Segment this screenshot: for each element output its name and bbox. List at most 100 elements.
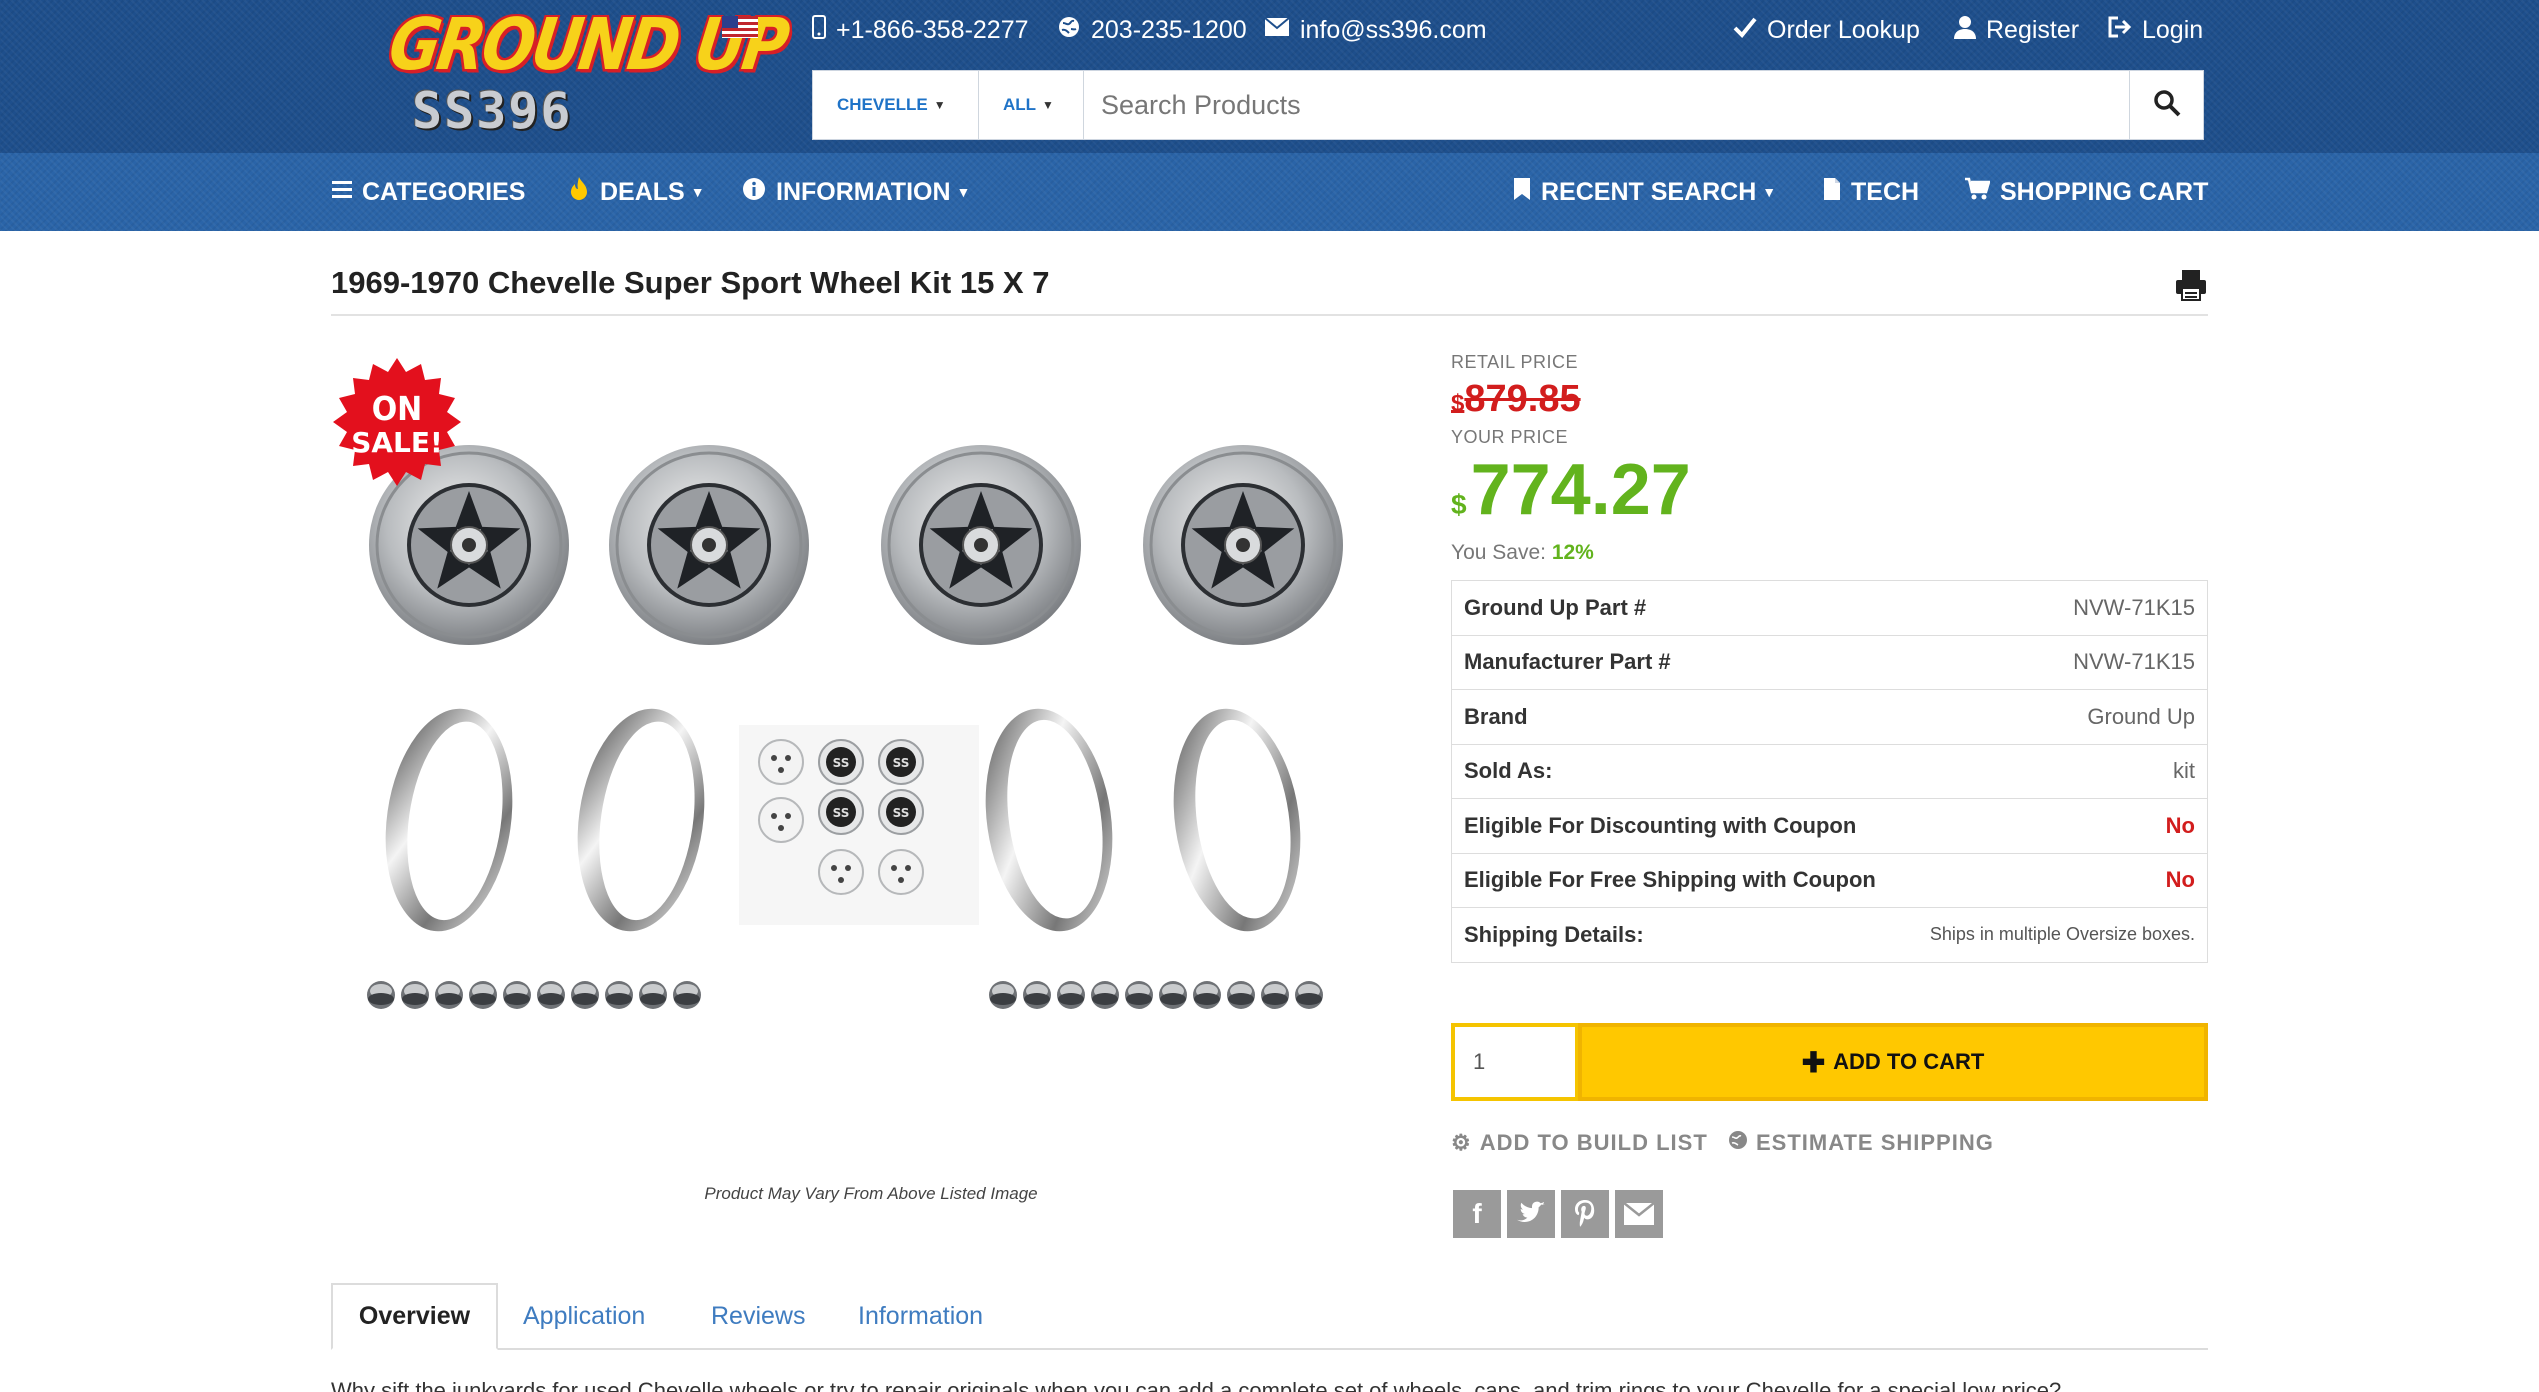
email-icon[interactable] bbox=[1615, 1190, 1663, 1238]
us-flag-icon[interactable] bbox=[722, 16, 758, 38]
nav-shopping-cart[interactable]: SHOPPING CART bbox=[1964, 153, 2208, 231]
make-dropdown[interactable]: CHEVELLE ▼ bbox=[837, 71, 946, 139]
login-link[interactable]: Login bbox=[2106, 12, 2203, 48]
login-label: Login bbox=[2142, 15, 2204, 44]
you-save-label: You Save: bbox=[1451, 541, 1546, 564]
twitter-icon[interactable] bbox=[1507, 1190, 1555, 1238]
nav-categories[interactable]: CATEGORIES bbox=[332, 153, 525, 231]
spec-value: No bbox=[1905, 852, 2208, 908]
nav-categories-label: CATEGORIES bbox=[362, 177, 526, 206]
spec-table: Ground Up Part # NVW-71K15 Manufacturer P… bbox=[1451, 580, 2208, 963]
email-link[interactable]: info@ss396.com bbox=[1264, 12, 1487, 48]
email-address: info@ss396.com bbox=[1300, 15, 1487, 44]
add-to-build-list-label: ADD TO BUILD LIST bbox=[1479, 1130, 1708, 1155]
logo-bottom-text: SS396 bbox=[412, 82, 573, 140]
product-image[interactable]: SS bbox=[331, 350, 1411, 1170]
phone-number-2: 203-235-1200 bbox=[1091, 15, 1247, 44]
sign-in-icon bbox=[2106, 15, 2132, 45]
nav-recent-search[interactable]: RECENT SEARCH ▼ bbox=[1513, 153, 1776, 231]
globe-icon bbox=[1728, 1130, 1748, 1156]
phone-number-1: +1-866-358-2277 bbox=[836, 15, 1029, 44]
phone-link-2[interactable]: 203-235-1200 bbox=[1057, 12, 1247, 48]
menu-bars-icon bbox=[332, 178, 352, 206]
facebook-icon[interactable]: f bbox=[1453, 1190, 1501, 1238]
quantity-input[interactable] bbox=[1451, 1023, 1579, 1101]
search-input[interactable] bbox=[1083, 71, 2133, 139]
currency-symbol: $ bbox=[1451, 390, 1465, 417]
spec-value: No bbox=[1905, 798, 2208, 853]
site-logo[interactable]: GROUND UP SS396 bbox=[384, 2, 791, 140]
wheel bbox=[607, 443, 811, 647]
nav-recent-search-label: RECENT SEARCH bbox=[1541, 177, 1757, 206]
search-icon bbox=[2153, 89, 2181, 121]
spec-key: Shipping Details: bbox=[1451, 907, 1906, 962]
globe-icon bbox=[1057, 15, 1081, 45]
search-bar: CHEVELLE ▼ ALL ▼ bbox=[812, 70, 2204, 140]
table-row: Shipping Details: Ships in multiple Overs… bbox=[1451, 907, 2208, 962]
chevron-down-icon: ▼ bbox=[690, 184, 705, 200]
trim-ring bbox=[372, 700, 526, 940]
lug-nuts-left bbox=[367, 981, 701, 1009]
spec-key: Brand bbox=[1451, 689, 1906, 744]
table-row: Ground Up Part # NVW-71K15 bbox=[1452, 581, 2208, 636]
nav-information[interactable]: INFORMATION ▼ bbox=[742, 153, 970, 231]
register-label: Register bbox=[1986, 15, 2080, 44]
pinterest-icon[interactable] bbox=[1561, 1190, 1609, 1238]
trim-ring bbox=[1160, 700, 1314, 940]
you-save: You Save: 12% bbox=[1451, 541, 1594, 565]
your-price-value: 774.27 bbox=[1470, 450, 1691, 530]
spec-key: Eligible For Free Shipping with Coupon bbox=[1451, 852, 1906, 908]
spec-key: Sold As: bbox=[1451, 743, 1906, 799]
category-dropdown-label: ALL bbox=[1003, 95, 1037, 114]
on-sale-badge: ON SALE! bbox=[331, 356, 463, 488]
trim-ring bbox=[972, 700, 1126, 940]
phone-link-1[interactable]: +1-866-358-2277 bbox=[812, 12, 1029, 48]
wheel bbox=[1141, 443, 1345, 647]
user-icon bbox=[1954, 15, 1976, 45]
trim-ring bbox=[564, 700, 718, 940]
chevron-down-icon: ▼ bbox=[933, 98, 946, 112]
chevron-down-icon: ▼ bbox=[1762, 184, 1777, 200]
category-dropdown[interactable]: ALL ▼ bbox=[1003, 71, 1054, 139]
spec-value: Ground Up bbox=[1905, 689, 2208, 744]
cart-icon bbox=[1964, 177, 1991, 208]
your-price: $774.27 bbox=[1451, 450, 1691, 545]
chevron-down-icon: ▼ bbox=[956, 184, 971, 200]
spec-value: NVW-71K15 bbox=[2073, 594, 2195, 620]
retail-price-value: 879.85 bbox=[1464, 378, 1581, 420]
nav-deals-label: DEALS bbox=[600, 177, 685, 206]
estimate-shipping-link[interactable]: ESTIMATE SHIPPING bbox=[1728, 1130, 1994, 1156]
lug-nuts-right bbox=[989, 981, 1323, 1009]
order-lookup-link[interactable]: Order Lookup bbox=[1733, 12, 1920, 48]
mobile-phone-icon bbox=[812, 15, 826, 45]
table-row: Brand Ground Up bbox=[1451, 689, 2208, 744]
sale-badge-line-1: ON bbox=[372, 390, 423, 428]
nav-information-label: INFORMATION bbox=[776, 177, 951, 206]
nav-deals[interactable]: DEALS ▼ bbox=[568, 153, 705, 231]
nav-tech-label: TECH bbox=[1851, 177, 1920, 206]
tab-overview[interactable]: Overview bbox=[331, 1283, 498, 1350]
table-row: Sold As: kit bbox=[1451, 743, 2208, 799]
order-lookup-label: Order Lookup bbox=[1767, 15, 1920, 44]
add-to-cart-button[interactable]: ✚ ADD TO CART bbox=[1578, 1023, 2208, 1101]
register-link[interactable]: Register bbox=[1954, 12, 2079, 48]
spec-value: NVW-71K15 bbox=[1905, 634, 2208, 690]
tab-application[interactable]: Application bbox=[523, 1283, 645, 1349]
logo-top-text: GROUND UP bbox=[384, 2, 792, 87]
you-save-value: 12% bbox=[1551, 541, 1594, 564]
search-button[interactable] bbox=[2129, 71, 2203, 139]
spec-key: Manufacturer Part # bbox=[1451, 634, 1906, 690]
add-to-build-list-link[interactable]: ⚙ ADD TO BUILD LIST bbox=[1451, 1130, 1708, 1156]
chevron-down-icon: ▼ bbox=[1042, 98, 1054, 112]
tab-information[interactable]: Information bbox=[858, 1283, 983, 1349]
sale-badge-line-2: SALE! bbox=[351, 426, 443, 459]
tab-reviews[interactable]: Reviews bbox=[711, 1283, 805, 1349]
spec-value: kit bbox=[1905, 743, 2208, 799]
printer-icon[interactable] bbox=[2174, 268, 2208, 302]
your-price-label: YOUR PRICE bbox=[1451, 427, 1569, 447]
make-dropdown-label: CHEVELLE bbox=[837, 95, 928, 114]
nav-tech[interactable]: TECH bbox=[1823, 153, 1919, 231]
spec-key: Eligible For Discounting with Coupon bbox=[1451, 798, 1906, 853]
bookmark-icon bbox=[1513, 177, 1531, 208]
fire-icon bbox=[568, 176, 590, 209]
